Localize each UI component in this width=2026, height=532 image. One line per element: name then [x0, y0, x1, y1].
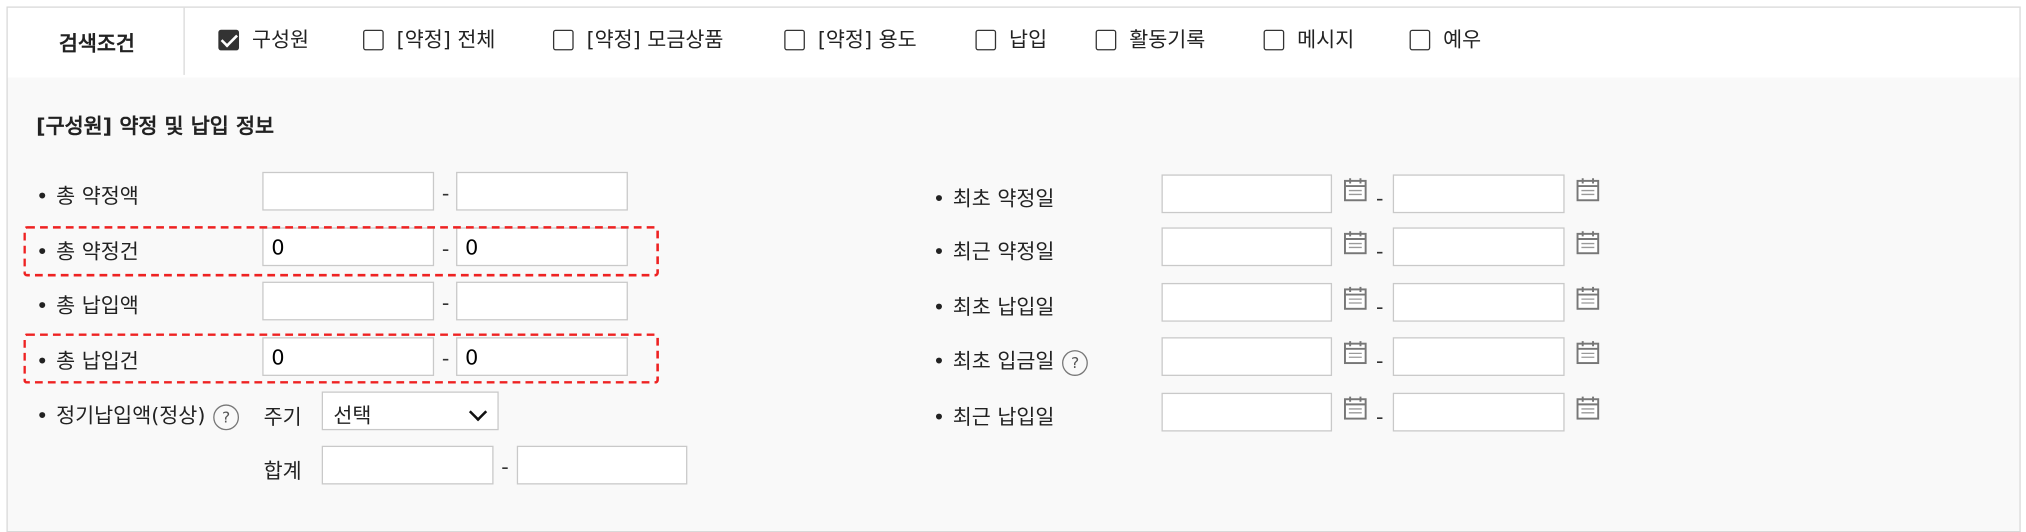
date-from-input-0[interactable] [1161, 174, 1333, 214]
range-dash: - [1375, 294, 1384, 320]
checkbox-label-0[interactable]: 구성원 [252, 26, 309, 54]
highlight-total-payment-count [23, 333, 659, 384]
section-title: [구성원] 약정 및 납입 정보 [36, 113, 275, 139]
sum-label: 합계 [263, 458, 302, 484]
checkbox-4[interactable] [975, 29, 997, 51]
calendar-icon[interactable] [1575, 286, 1601, 312]
checkbox-label-2[interactable]: [약정] 모금상품 [587, 26, 724, 54]
calendar-icon[interactable] [1342, 340, 1368, 366]
checkbox-2[interactable] [552, 29, 574, 51]
checkbox-3[interactable] [784, 29, 805, 51]
right-row-label-1: • 최근 약정일 [932, 239, 1055, 264]
date-from-input-2[interactable] [1161, 282, 1333, 322]
left-row-label-2: • 총 납입액 [36, 293, 139, 318]
cycle-label: 주기 [263, 404, 302, 429]
date-to-input-3[interactable] [1392, 337, 1565, 376]
date-to-input-0[interactable] [1392, 174, 1565, 214]
right-row-label-4: • 최근 납입일 [932, 404, 1055, 429]
range-dash: - [1375, 348, 1384, 374]
checkbox-5[interactable] [1095, 29, 1117, 51]
help-icon[interactable]: ? [1062, 349, 1089, 376]
right-row-label-2: • 최초 납입일 [932, 294, 1055, 320]
date-from-input-3[interactable] [1161, 337, 1333, 376]
checkbox-0[interactable] [218, 29, 240, 51]
left-row-to-input-0[interactable] [456, 171, 628, 211]
cycle-select[interactable]: 선택 [321, 391, 499, 431]
calendar-icon[interactable] [1575, 177, 1601, 203]
highlight-total-pledge-count [23, 226, 659, 277]
checkbox-label-3[interactable]: [약정] 용도 [818, 26, 917, 54]
regular-payment-label: • 정기납입액(정상)? [36, 398, 239, 430]
checkbox-label-4[interactable]: 납입 [1009, 26, 1047, 54]
left-row-from-input-2[interactable] [262, 281, 435, 321]
calendar-icon[interactable] [1575, 395, 1601, 421]
calendar-icon[interactable] [1342, 230, 1368, 256]
checkbox-6[interactable] [1263, 29, 1285, 51]
search-condition-label: 검색조건 [10, 7, 185, 75]
checkbox-label-6[interactable]: 메시지 [1297, 26, 1354, 54]
range-dash: - [501, 454, 509, 480]
date-to-input-2[interactable] [1392, 282, 1565, 322]
left-row-label-0: • 총 약정액 [36, 183, 139, 209]
chevron-down-icon [468, 403, 488, 422]
checkbox-label-5[interactable]: 활동기록 [1129, 26, 1205, 54]
checkbox-label-7[interactable]: 예우 [1443, 26, 1481, 54]
checkbox-7[interactable] [1409, 29, 1431, 51]
date-from-input-4[interactable] [1161, 392, 1333, 432]
date-to-input-1[interactable] [1392, 227, 1565, 267]
calendar-icon[interactable] [1342, 286, 1368, 312]
left-row-from-input-0[interactable] [262, 171, 435, 211]
sum-to-input[interactable] [516, 445, 688, 485]
help-icon[interactable]: ? [213, 403, 239, 430]
range-dash: - [1375, 239, 1384, 264]
range-dash: - [1375, 186, 1384, 211]
checkbox-label-1[interactable]: [약정] 전체 [397, 26, 496, 54]
right-row-label-3: • 최초 입금일? [933, 344, 1089, 376]
left-row-to-input-2[interactable] [456, 281, 628, 321]
range-dash: - [1375, 404, 1384, 429]
date-from-input-1[interactable] [1161, 227, 1333, 267]
sum-from-input[interactable] [321, 445, 494, 485]
calendar-icon[interactable] [1575, 230, 1601, 256]
calendar-icon[interactable] [1342, 177, 1368, 203]
checkbox-1[interactable] [363, 29, 384, 51]
range-dash: - [441, 290, 450, 316]
range-dash: - [441, 180, 450, 206]
date-to-input-4[interactable] [1392, 392, 1565, 432]
calendar-icon[interactable] [1575, 340, 1601, 366]
right-row-label-0: • 최초 약정일 [932, 186, 1055, 211]
calendar-icon[interactable] [1342, 395, 1368, 421]
